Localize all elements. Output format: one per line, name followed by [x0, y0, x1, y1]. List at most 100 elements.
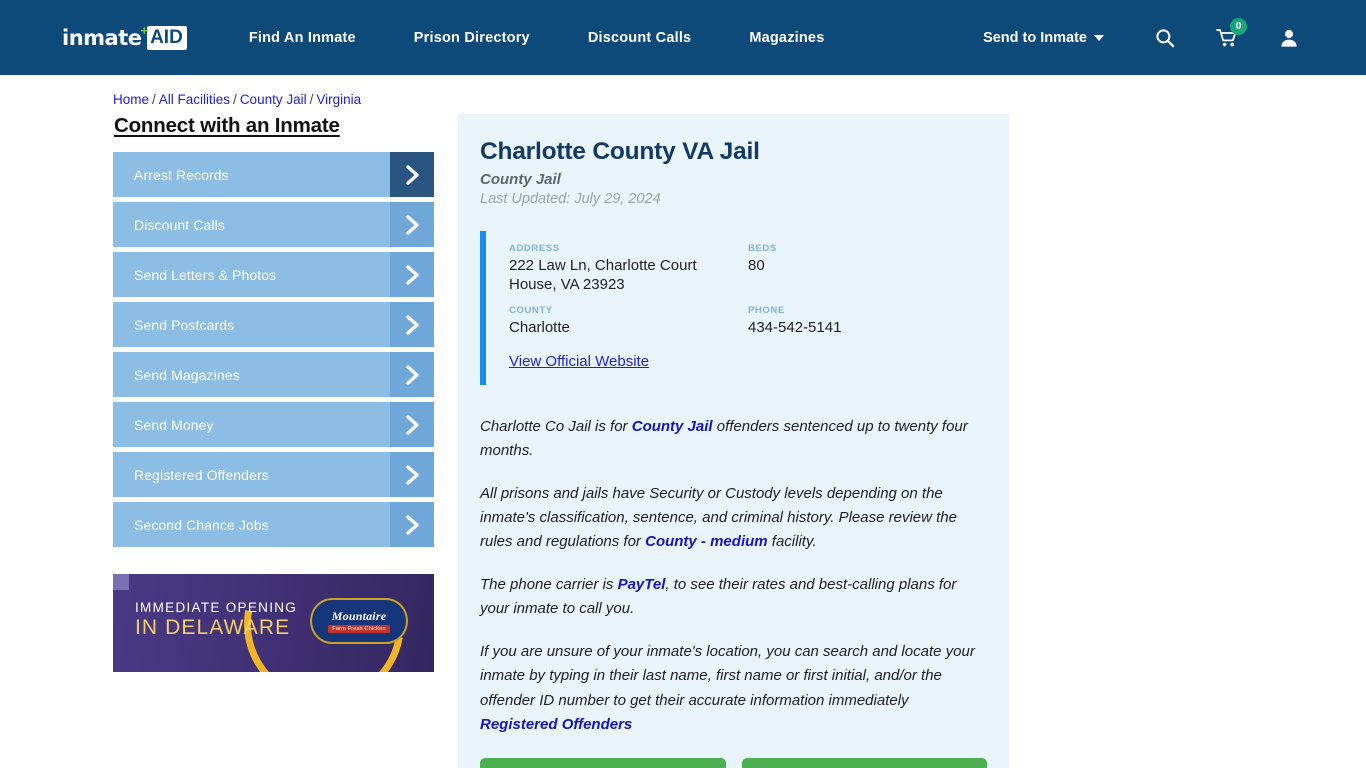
chevron-right-icon [390, 502, 434, 547]
search-icon [1156, 28, 1175, 47]
registered-offenders-link[interactable]: Registered Offenders [480, 716, 632, 733]
chevron-right-icon [390, 152, 434, 197]
sidebar-item-label: Arrest Records [134, 166, 229, 183]
sidebar-item-label: Second Chance Jobs [134, 516, 269, 533]
p1-text-a: Charlotte Co Jail is for [480, 417, 632, 435]
info-cell-county: COUNTY Charlotte [509, 305, 748, 337]
visitation-info-cta-button[interactable]: Visitation Information, Times & Rules [741, 757, 987, 768]
header-actions: Send to Inmate 0 [983, 17, 1304, 53]
county-medium-link[interactable]: County - medium [645, 533, 768, 550]
county-jail-link[interactable]: County Jail [632, 418, 713, 435]
description-paragraph-3: The phone carrier is PayTel, to see thei… [480, 573, 987, 622]
beds-label: BEDS [748, 243, 777, 255]
site-header: inmate + AID Find An Inmate Prison Direc… [0, 0, 1366, 75]
search-button[interactable] [1150, 23, 1180, 53]
info-cell-beds: BEDS 80 [748, 243, 987, 294]
county-value: Charlotte [509, 318, 570, 336]
view-official-website-link[interactable]: View Official Website [509, 353, 649, 370]
sidebar-item-label: Send Magazines [134, 366, 240, 383]
sidebar-item-send-postcards[interactable]: Send Postcards [113, 302, 434, 347]
facility-info-block: ADDRESS 222 Law Ln, Charlotte Court Hous… [480, 231, 987, 385]
address-value: 222 Law Ln, Charlotte Court House, VA 23… [509, 257, 697, 294]
breadcrumb-separator: / [309, 92, 314, 107]
info-cell-phone: PHONE 434-542-5141 [748, 305, 987, 337]
sidebar-item-arrest-records[interactable]: Arrest Records [113, 152, 434, 197]
breadcrumb-item-all-facilities[interactable]: All Facilities [159, 92, 230, 107]
description-paragraph-1: Charlotte Co Jail is for County Jail off… [480, 415, 987, 464]
address-label: ADDRESS [509, 243, 560, 255]
sidebar-item-label: Send Money [134, 416, 214, 433]
send-to-inmate-label: Send to Inmate [983, 29, 1087, 46]
sidebar-item-label: Discount Calls [134, 216, 225, 233]
description-paragraph-4: If you are unsure of your inmate's locat… [480, 640, 987, 738]
advertisement-banner[interactable]: IMMEDIATE OPENING IN DELAWARE Mountaire … [113, 574, 434, 672]
ad-headline: IMMEDIATE OPENING [135, 600, 298, 615]
ad-brand-name: Mountaire [331, 608, 387, 623]
breadcrumb-separator: / [233, 92, 237, 107]
primary-nav: Find An Inmate Prison Directory Discount… [249, 17, 1304, 53]
phone-value: 434-542-5141 [748, 318, 842, 336]
breadcrumb-item-virginia[interactable]: Virginia [316, 92, 361, 107]
chevron-right-icon [390, 352, 434, 397]
county-label: COUNTY [509, 304, 553, 316]
breadcrumb: Home / All Facilities / County Jail / Virginia [0, 75, 1366, 107]
facility-description: Charlotte Co Jail is for County Jail off… [458, 415, 1009, 738]
official-website-row: View Official Website [509, 353, 987, 371]
sidebar-item-send-letters-photos[interactable]: Send Letters & Photos [113, 252, 434, 297]
user-icon [1281, 29, 1297, 47]
sidebar-item-label: Send Postcards [134, 316, 235, 333]
sidebar-item-send-magazines[interactable]: Send Magazines [113, 352, 434, 397]
site-logo[interactable]: inmate + AID [62, 23, 187, 53]
breadcrumb-item-county-jail[interactable]: County Jail [240, 92, 307, 107]
beds-value: 80 [748, 257, 765, 275]
breadcrumb-separator: / [152, 92, 156, 107]
sidebar: Connect with an Inmate Arrest Records Di… [113, 114, 434, 768]
ad-subheadline: IN DELAWARE [135, 616, 291, 639]
ad-corner-decoration [113, 574, 129, 590]
chevron-right-icon [390, 402, 434, 447]
chevron-right-icon [390, 452, 434, 497]
sidebar-item-send-money[interactable]: Send Money [113, 402, 434, 447]
p2-text-b: facility. [767, 533, 817, 551]
ad-text: IMMEDIATE OPENING IN DELAWARE [135, 600, 297, 640]
sidebar-item-registered-offenders[interactable]: Registered Offenders [113, 452, 434, 497]
sidebar-title: Connect with an Inmate [114, 114, 340, 137]
facility-type: County Jail [480, 171, 561, 189]
ad-brand-tagline: Farm Fresh Chicken [328, 624, 390, 633]
nav-item-magazines[interactable]: Magazines [749, 30, 858, 46]
facility-card: Charlotte County VA Jail County Jail Las… [458, 114, 1009, 768]
last-updated: Last Updated: July 29, 2024 [480, 191, 661, 208]
account-button[interactable] [1274, 23, 1304, 53]
nav-item-find-an-inmate[interactable]: Find An Inmate [249, 30, 390, 46]
chevron-right-icon [390, 202, 434, 247]
nav-item-discount-calls[interactable]: Discount Calls [588, 30, 726, 46]
info-cell-address: ADDRESS 222 Law Ln, Charlotte Court Hous… [509, 243, 748, 294]
p3-text-a: The phone carrier is [480, 575, 618, 593]
main-content: Charlotte County VA Jail County Jail Las… [458, 114, 1009, 768]
find-inmate-cta-button[interactable]: Looking for an inmate at this facility? [480, 757, 726, 768]
chevron-right-icon [390, 252, 434, 297]
nav-item-send-to-inmate[interactable]: Send to Inmate [983, 30, 1104, 46]
p4-text-a: If you are unsure of your inmate's locat… [480, 642, 975, 709]
breadcrumb-item-home[interactable]: Home [113, 92, 149, 107]
chevron-right-icon [390, 302, 434, 347]
phone-label: PHONE [748, 304, 785, 316]
sidebar-item-label: Registered Offenders [134, 466, 269, 483]
logo-plus-icon: + [140, 23, 149, 38]
cart-button[interactable]: 0 [1212, 17, 1247, 53]
cta-button-row: Looking for an inmate at this facility? … [458, 738, 1009, 768]
content-layout: Connect with an Inmate Arrest Records Di… [0, 114, 1366, 768]
paytel-link[interactable]: PayTel [618, 576, 666, 593]
sidebar-item-second-chance-jobs[interactable]: Second Chance Jobs [113, 502, 434, 547]
ad-brand-logo: Mountaire Farm Fresh Chicken [310, 598, 408, 644]
cart-count-badge: 0 [1230, 17, 1247, 35]
facility-header: Charlotte County VA Jail County Jail Las… [458, 138, 1009, 385]
logo-text: inmate [62, 25, 142, 50]
page-body: Home / All Facilities / County Jail / Virginia… [0, 75, 1366, 768]
logo-aid: AID [147, 25, 187, 50]
sidebar-item-discount-calls[interactable]: Discount Calls [113, 202, 434, 247]
nav-item-prison-directory[interactable]: Prison Directory [414, 30, 564, 46]
description-paragraph-2: All prisons and jails have Security or C… [480, 482, 987, 555]
sidebar-item-label: Send Letters & Photos [134, 266, 277, 283]
chevron-down-icon [1094, 34, 1104, 41]
